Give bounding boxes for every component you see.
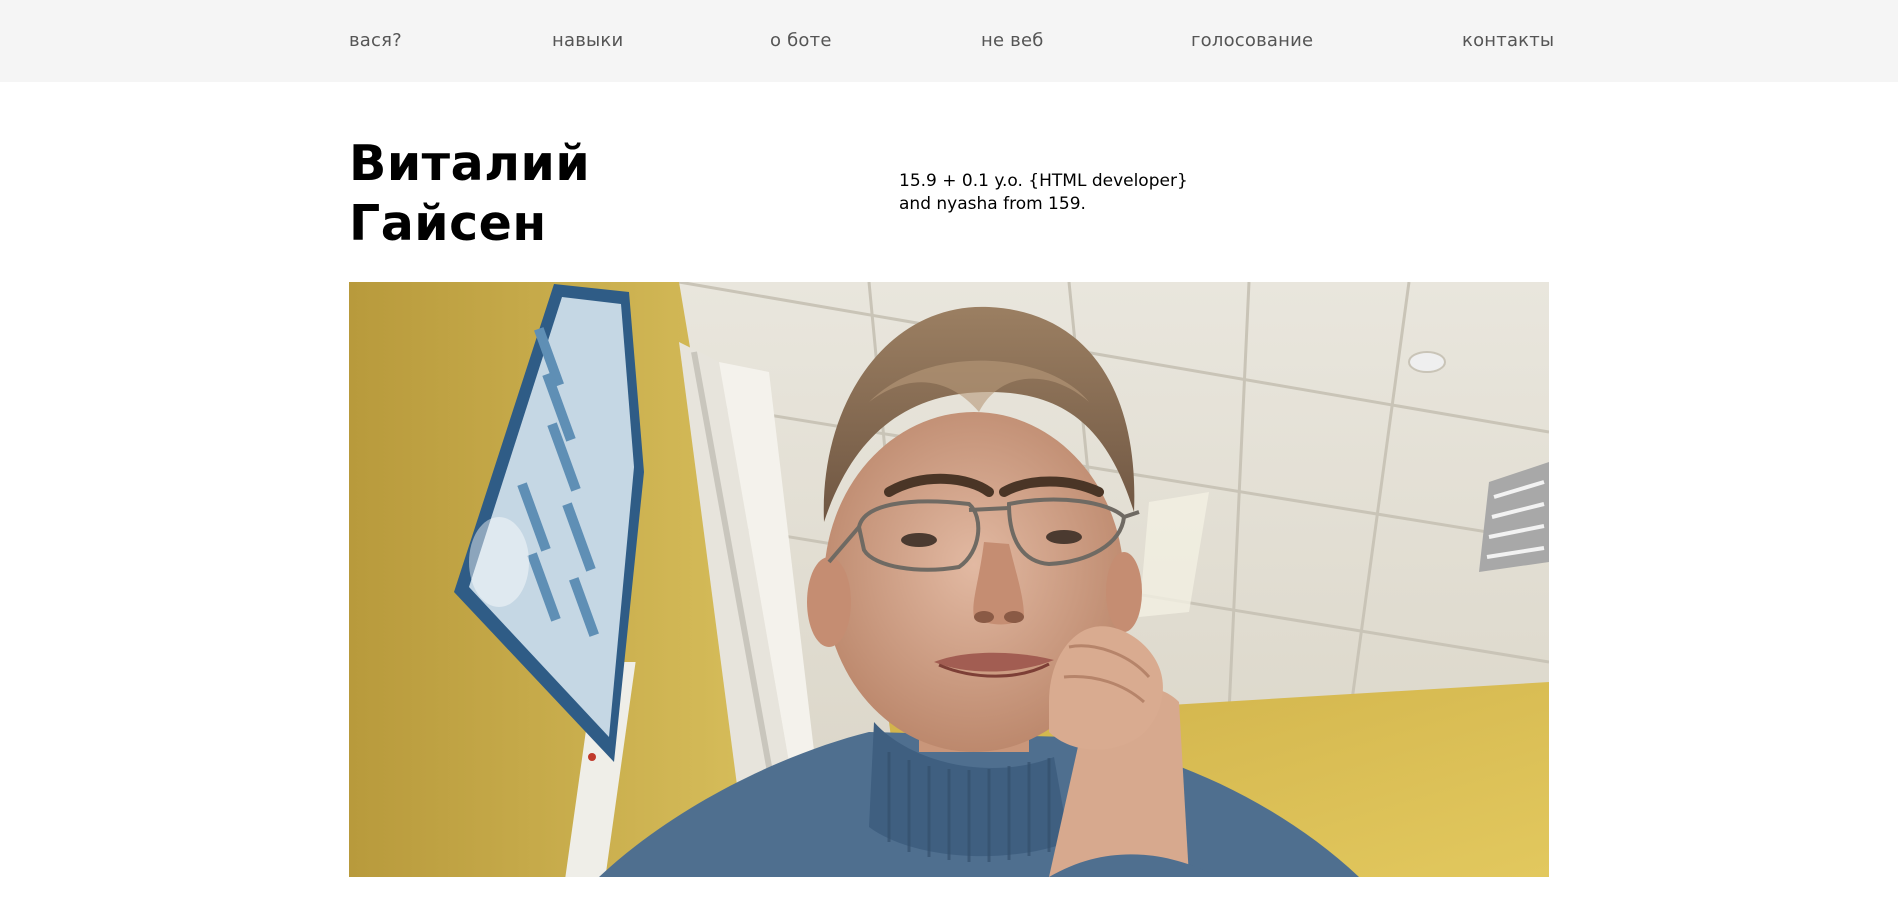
nav-item-skills[interactable]: навыки (552, 28, 623, 54)
profile-photo-illustration (349, 282, 1549, 877)
nav-item-not-web[interactable]: не веб (981, 28, 1044, 54)
nav-item-vasya[interactable]: вася? (349, 28, 402, 54)
page-title: Виталий Гайсен (349, 134, 590, 254)
name-first-line: Виталий (349, 135, 591, 192)
top-nav-bar: вася? навыки о боте не веб голосование к… (0, 0, 1898, 82)
main-nav: вася? навыки о боте не веб голосование к… (349, 28, 1554, 54)
nav-item-voting[interactable]: голосование (1191, 28, 1313, 54)
name-second-line: Гайсен (349, 195, 547, 252)
bio-line-2: and nyasha from 159. (899, 194, 1086, 214)
nav-item-contacts[interactable]: контакты (1462, 28, 1554, 54)
bio-line-1: 15.9 + 0.1 y.o. {HTML developer} (899, 171, 1188, 191)
nav-item-about-bot[interactable]: о боте (770, 28, 832, 54)
bio-text: 15.9 + 0.1 y.o. {HTML developer} and nya… (899, 170, 1188, 216)
profile-photo (349, 282, 1549, 877)
